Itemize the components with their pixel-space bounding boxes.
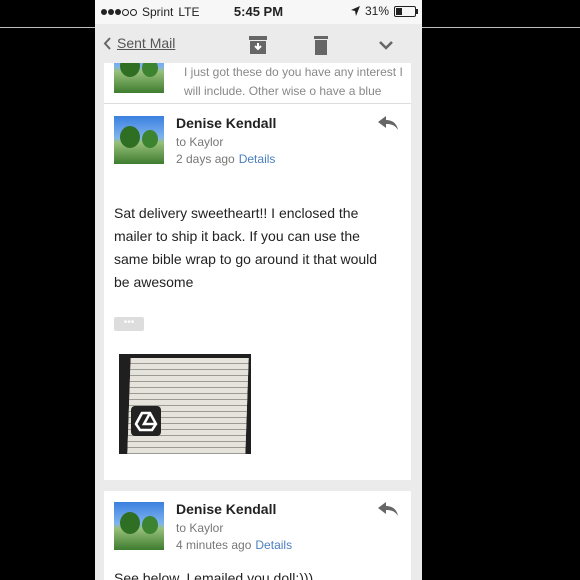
snippet-line: I just got these do you have any interes… <box>184 65 403 79</box>
battery-info: 31% <box>350 4 418 18</box>
recipient: to Kaylor <box>176 521 224 535</box>
avatar <box>114 502 164 550</box>
chevron-left-icon <box>103 36 111 50</box>
message-time: 4 minutes ago <box>176 538 252 552</box>
collapsed-message[interactable]: I just got these do you have any interes… <box>104 63 411 103</box>
message-body: Sat delivery sweetheart!! I enclosed the… <box>114 202 394 294</box>
status-bar: Sprint LTE 5:45 PM 31% <box>95 0 422 24</box>
trash-icon[interactable] <box>309 33 333 57</box>
show-quoted-button[interactable]: ••• <box>114 317 144 331</box>
reply-icon[interactable] <box>377 115 399 131</box>
recipient: to Kaylor <box>176 135 224 149</box>
battery-fill <box>396 7 402 15</box>
back-label: Sent Mail <box>117 35 176 51</box>
body-line: same bible wrap to go around it that wou… <box>114 251 378 267</box>
battery-percent: 31% <box>364 4 389 18</box>
chevron-down-icon[interactable] <box>374 33 398 57</box>
phone-screen: Sprint LTE 5:45 PM 31% Sent Mail I just … <box>95 0 422 580</box>
body-line: Sat delivery sweetheart!! I enclosed the <box>114 205 359 221</box>
avatar <box>114 63 164 93</box>
location-icon <box>350 6 360 16</box>
message-card: Denise Kendall to Kaylor 2 days ago Detai… <box>104 104 411 480</box>
details-link[interactable]: Details <box>239 152 276 166</box>
attachment-thumbnail[interactable] <box>119 354 251 454</box>
message-snippet: I just got these do you have any interes… <box>184 63 404 101</box>
sender-name: Denise Kendall <box>176 115 277 131</box>
toolbar: Sent Mail <box>95 28 422 62</box>
body-line: be awesome <box>114 274 194 290</box>
snippet-line: will include. Other wise o have a blue <box>184 84 382 98</box>
back-button[interactable]: Sent Mail <box>103 35 175 51</box>
drive-icon <box>134 411 158 432</box>
message-card: Denise Kendall to Kaylor 4 minutes ago De… <box>104 491 411 580</box>
sender-name: Denise Kendall <box>176 501 277 517</box>
reply-icon[interactable] <box>377 501 399 517</box>
avatar <box>114 116 164 164</box>
details-link[interactable]: Details <box>255 538 292 552</box>
battery-icon <box>394 5 418 17</box>
message-meta: 4 minutes ago Details <box>176 538 292 552</box>
drive-badge <box>131 406 161 436</box>
message-body: See below. I emailed you doll:))) <box>114 570 314 580</box>
archive-icon[interactable] <box>246 33 270 57</box>
message-meta: 2 days ago Details <box>176 152 275 166</box>
body-line: mailer to ship it back. If you can use t… <box>114 228 360 244</box>
message-time: 2 days ago <box>176 152 235 166</box>
